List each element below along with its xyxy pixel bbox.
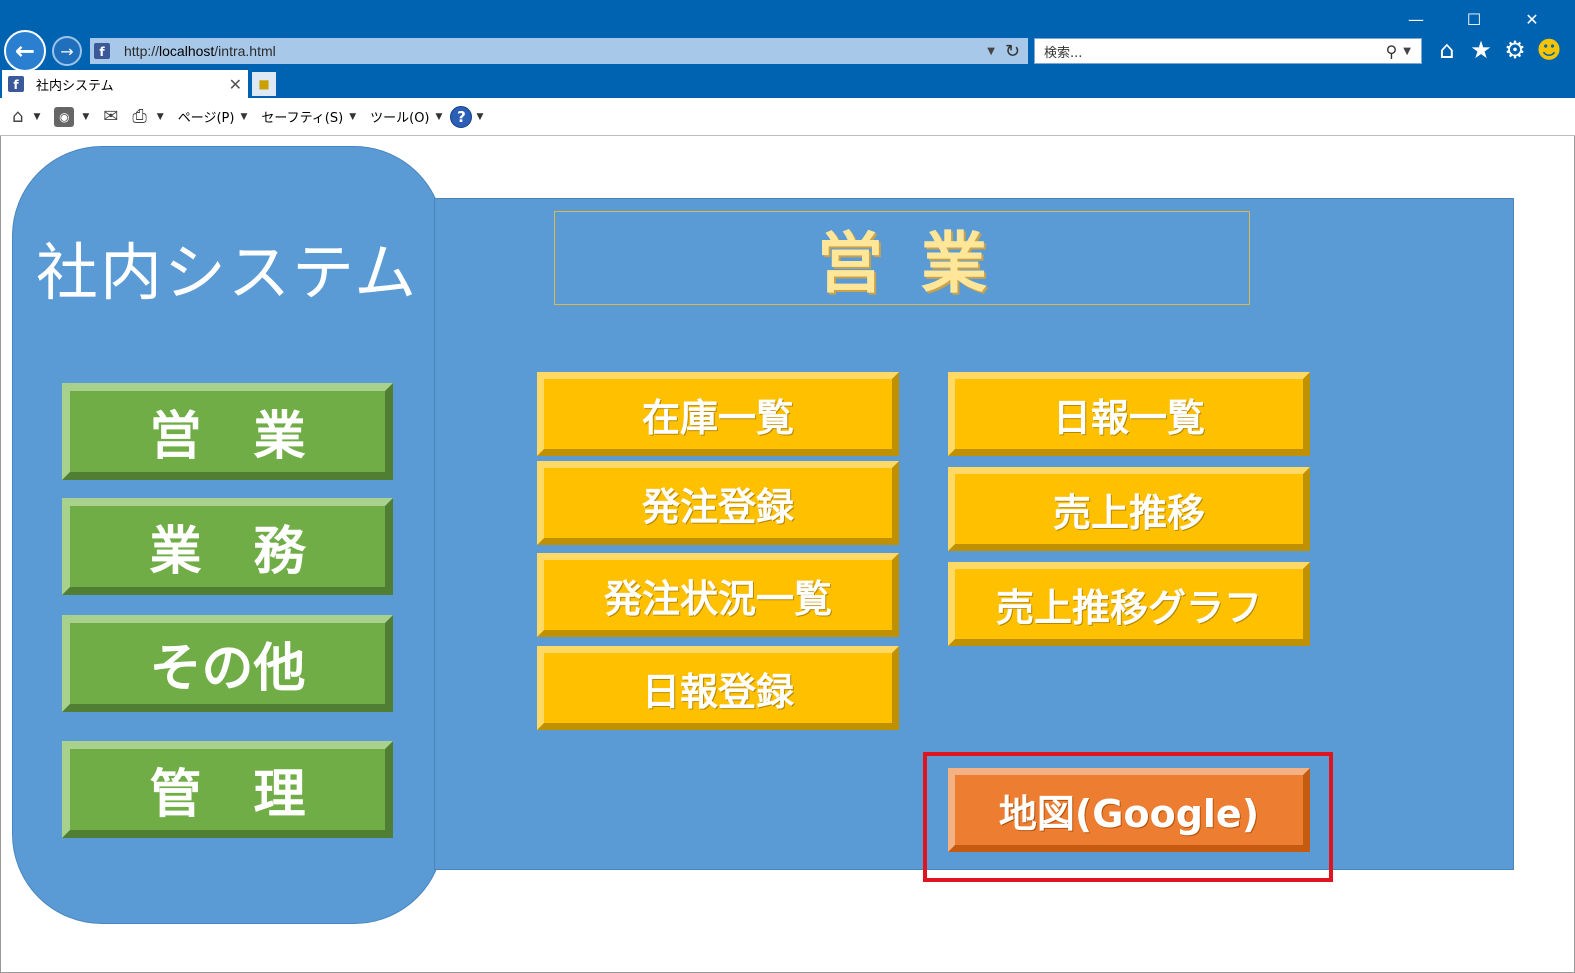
feeds-dropdown-icon[interactable]: ▼ bbox=[82, 112, 89, 122]
tools-menu-dropdown-icon[interactable]: ▼ bbox=[436, 112, 443, 122]
page-menu-dropdown-icon[interactable]: ▼ bbox=[240, 112, 247, 122]
daily-report-list-button[interactable]: 日報一覧 bbox=[948, 372, 1310, 456]
sales-trend-button[interactable]: 売上推移 bbox=[948, 467, 1310, 551]
browser-toolbar-icons: ⌂ ★ ⚙ ☻ bbox=[1434, 36, 1562, 64]
tools-menu[interactable]: ツール(O) bbox=[370, 107, 429, 126]
search-dropdown-icon[interactable]: ▼ bbox=[1403, 46, 1411, 57]
command-bar: ⌂ ▼ ◉ ▼ ✉ ⎙ ▼ ページ(P) ▼ セーフティ(S) ▼ ツール(O)… bbox=[0, 98, 1575, 136]
safety-menu-dropdown-icon[interactable]: ▼ bbox=[349, 112, 356, 122]
minimize-button[interactable]: — bbox=[1387, 6, 1445, 32]
back-arrow-icon: ← bbox=[14, 37, 36, 65]
window-controls: — ☐ ✕ bbox=[1387, 6, 1561, 32]
search-icon[interactable]: ⚲ bbox=[1386, 42, 1398, 61]
system-title: 社内システム bbox=[36, 236, 419, 309]
address-bar[interactable]: f http://localhost/intra.html ▼ ↻ bbox=[90, 38, 1028, 64]
new-tab-icon: ■ bbox=[258, 77, 270, 91]
home-icon[interactable]: ⌂ bbox=[1434, 36, 1460, 64]
new-tab-button[interactable]: ■ bbox=[252, 72, 276, 96]
search-input[interactable]: 検索... bbox=[1044, 42, 1386, 61]
feeds-icon[interactable]: ◉ bbox=[54, 106, 75, 127]
nav-other-button[interactable]: その他 bbox=[62, 615, 393, 712]
home-dropdown-icon[interactable]: ▼ bbox=[33, 112, 40, 122]
refresh-icon[interactable]: ↻ bbox=[1005, 41, 1020, 62]
tab-title: 社内システム bbox=[36, 78, 114, 94]
highlight-annotation bbox=[923, 752, 1333, 882]
page-menu[interactable]: ページ(P) bbox=[178, 107, 235, 126]
help-icon[interactable]: ? bbox=[450, 105, 473, 128]
nav-operations-button[interactable]: 業 務 bbox=[62, 498, 393, 595]
section-header: 営業 bbox=[554, 211, 1250, 305]
home-page-icon[interactable]: ⌂ bbox=[12, 106, 23, 127]
nav-admin-button[interactable]: 管 理 bbox=[62, 741, 393, 838]
favorites-star-icon[interactable]: ★ bbox=[1468, 36, 1494, 64]
tab-favicon-icon: f bbox=[8, 76, 24, 92]
maximize-button[interactable]: ☐ bbox=[1445, 6, 1503, 32]
tab-intranet[interactable]: f 社内システム ✕ bbox=[2, 70, 248, 98]
nav-sales-button[interactable]: 営 業 bbox=[62, 383, 393, 480]
print-icon[interactable]: ⎙ bbox=[132, 106, 146, 127]
address-dropdown-icon[interactable]: ▼ bbox=[987, 46, 995, 57]
close-window-button[interactable]: ✕ bbox=[1503, 6, 1561, 32]
safety-menu[interactable]: セーフティ(S) bbox=[261, 107, 343, 126]
inventory-list-button[interactable]: 在庫一覧 bbox=[537, 372, 899, 456]
daily-report-entry-button[interactable]: 日報登録 bbox=[537, 646, 899, 730]
mail-icon[interactable]: ✉ bbox=[103, 106, 118, 127]
settings-gear-icon[interactable]: ⚙ bbox=[1502, 36, 1528, 64]
section-title: 営業 bbox=[817, 225, 1025, 302]
back-button[interactable]: ← bbox=[4, 30, 46, 72]
search-box[interactable]: 検索... ⚲ ▼ bbox=[1034, 38, 1422, 64]
help-dropdown-icon[interactable]: ▼ bbox=[476, 112, 483, 122]
site-favicon-icon: f bbox=[94, 43, 110, 59]
forward-button[interactable]: → bbox=[52, 36, 82, 66]
order-entry-button[interactable]: 発注登録 bbox=[537, 461, 899, 545]
address-url[interactable]: http://localhost/intra.html bbox=[124, 43, 987, 59]
tab-close-icon[interactable]: ✕ bbox=[229, 75, 242, 94]
order-status-list-button[interactable]: 発注状況一覧 bbox=[537, 553, 899, 637]
feedback-smiley-icon[interactable]: ☻ bbox=[1536, 36, 1562, 64]
sales-trend-graph-button[interactable]: 売上推移グラフ bbox=[948, 562, 1310, 646]
print-dropdown-icon[interactable]: ▼ bbox=[157, 112, 164, 122]
forward-arrow-icon: → bbox=[60, 41, 74, 61]
